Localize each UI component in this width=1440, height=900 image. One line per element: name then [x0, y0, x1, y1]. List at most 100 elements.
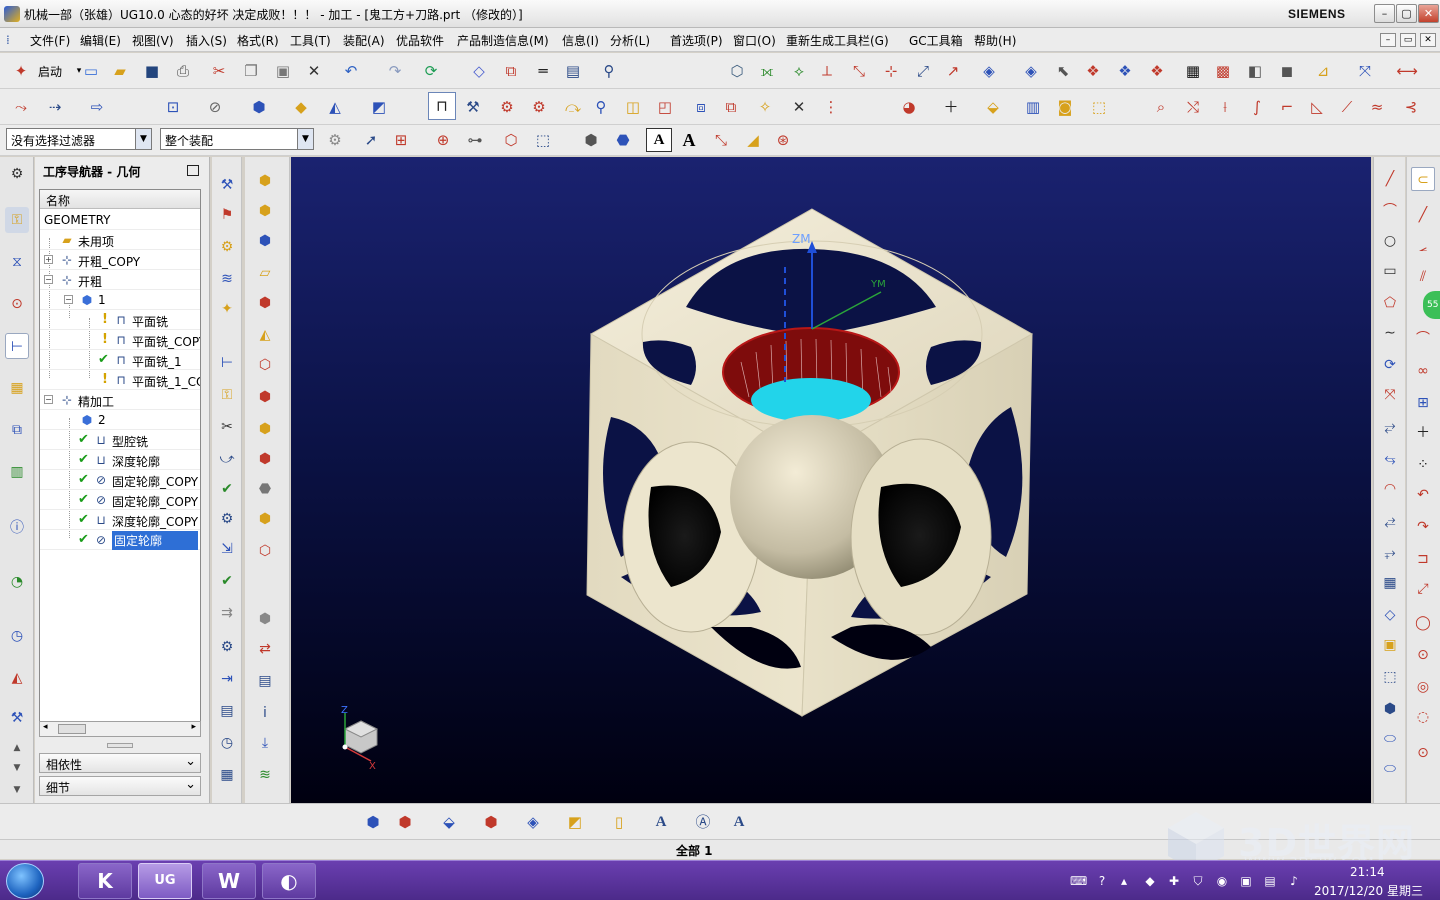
- tree-row-cavity-mill[interactable]: ✔ ⊔ 型腔铣: [40, 430, 200, 450]
- scroll-right-icon[interactable]: ▸: [191, 722, 196, 732]
- tray-app-icon-1[interactable]: ◆: [1142, 873, 1158, 889]
- wcs-rotate-icon[interactable]: ⟡: [786, 59, 812, 83]
- shield-icon[interactable]: ⛉: [1190, 873, 1206, 889]
- ipw-icon[interactable]: ⬚: [1086, 95, 1112, 119]
- time-icon[interactable]: ◷: [215, 731, 239, 755]
- save-icon[interactable]: ■: [139, 59, 165, 83]
- view-section-icon[interactable]: ◧: [1242, 59, 1268, 83]
- process-studio-icon[interactable]: ◷: [5, 623, 29, 649]
- settings-icon[interactable]: ⚙: [5, 161, 29, 187]
- sketch-line-icon[interactable]: ╱: [1411, 203, 1435, 227]
- info-icon[interactable]: ▤: [215, 699, 239, 723]
- tool-path-edit-icon[interactable]: ⚿: [215, 383, 239, 407]
- transform-icon[interactable]: ⇲: [215, 537, 239, 561]
- menu-format[interactable]: 格式(R): [237, 32, 279, 49]
- feature-icon-7[interactable]: ⬡: [253, 353, 277, 377]
- rectangle-icon[interactable]: ▭: [1378, 259, 1402, 283]
- type-filter-select[interactable]: 没有选择过滤器 ▼: [6, 128, 152, 150]
- render-style-icon[interactable]: ◆: [288, 95, 314, 119]
- help-icon[interactable]: ?: [1094, 873, 1110, 889]
- postprocess-icon[interactable]: ◫: [620, 95, 646, 119]
- create-program-icon[interactable]: ⤳: [8, 95, 34, 119]
- tray-expand-icon[interactable]: ▴: [1116, 873, 1132, 889]
- redo-icon[interactable]: ↷: [382, 59, 408, 83]
- select-tool-icon[interactable]: ➚: [358, 128, 384, 152]
- target-icon[interactable]: ⊛: [770, 128, 796, 152]
- method-group-icon[interactable]: ⚙: [215, 235, 239, 259]
- intersect-icon[interactable]: ⥃: [1378, 447, 1402, 471]
- feature-icon-2[interactable]: ⬢: [253, 199, 277, 223]
- volume-icon[interactable]: ♪: [1286, 873, 1302, 889]
- layer-settings-icon[interactable]: ▤: [560, 59, 586, 83]
- windows-start-button[interactable]: [6, 863, 44, 899]
- annotation-icon[interactable]: ◢: [740, 128, 766, 152]
- snap-point-icon[interactable]: ◈: [1018, 59, 1044, 83]
- menu-assembly[interactable]: 装配(A): [343, 32, 385, 49]
- menu-window[interactable]: 窗口(O): [733, 32, 776, 49]
- cut-region-icon[interactable]: ✂: [215, 415, 239, 439]
- assembly-navigator-icon[interactable]: ⚿: [5, 207, 29, 233]
- feature-icon-19[interactable]: ≋: [253, 763, 277, 787]
- wcs-origin-icon[interactable]: ⟗: [754, 59, 780, 83]
- tree-row-fixed-contour[interactable]: ✔ ⊘ 固定轮廓: [40, 530, 200, 550]
- sequence-icon[interactable]: ⇥: [215, 667, 239, 691]
- sketch-circle-tangent-icon[interactable]: ◎: [1411, 675, 1435, 699]
- vector-icon[interactable]: ↗: [940, 59, 966, 83]
- sketch-extend-icon[interactable]: ⤢: [1411, 577, 1435, 601]
- name-column-header[interactable]: 名称: [40, 190, 200, 209]
- approve-icon[interactable]: ✔: [215, 569, 239, 593]
- tree-row-unused[interactable]: ▰ 未用项: [40, 230, 200, 250]
- select-body-icon[interactable]: ❖: [1112, 59, 1138, 83]
- link-icon[interactable]: ⊂: [1411, 167, 1435, 191]
- measure-icon[interactable]: ◇: [466, 59, 492, 83]
- web-browser-icon[interactable]: ⓘ: [5, 515, 29, 541]
- sketch-cross-icon[interactable]: ＋: [1411, 421, 1435, 445]
- menu-pmi[interactable]: 产品制造信息(M): [457, 32, 549, 49]
- geometry-group-icon[interactable]: ✦: [215, 297, 239, 321]
- wcs-display-icon[interactable]: ⬡: [724, 59, 750, 83]
- scroll-up-icon[interactable]: ▲: [5, 741, 29, 755]
- layout-icon-6[interactable]: ◩: [562, 810, 588, 834]
- undo-icon[interactable]: ↶: [338, 59, 364, 83]
- tree-row-workpiece-1[interactable]: − ⬢ 1: [40, 290, 200, 310]
- feature-icon-13[interactable]: ⬡: [253, 539, 277, 563]
- wrap-icon[interactable]: ⥄: [1378, 509, 1402, 533]
- snap-end-icon[interactable]: ⊞: [388, 128, 414, 152]
- background-icon[interactable]: ◭: [322, 95, 348, 119]
- ruler-icon[interactable]: ⟷: [1394, 59, 1420, 83]
- menu-info[interactable]: 信息(I): [562, 32, 599, 49]
- offset-curve-icon[interactable]: ≈: [1364, 95, 1390, 119]
- maximize-button[interactable]: ▢: [1396, 4, 1417, 23]
- wcs-dynamics-icon[interactable]: ⤡: [846, 59, 872, 83]
- taskbar-app-nx[interactable]: UG: [138, 863, 192, 899]
- feature-icon-16[interactable]: ▤: [253, 669, 277, 693]
- feature-icon-4[interactable]: ▱: [253, 261, 277, 285]
- highlight-icon[interactable]: ✧: [752, 95, 778, 119]
- start-button-label[interactable]: 启动: [38, 63, 62, 80]
- menu-edit[interactable]: 编辑(E): [80, 32, 121, 49]
- paste-icon[interactable]: ▣: [270, 59, 296, 83]
- new-icon[interactable]: ▭: [78, 59, 104, 83]
- doc-restore-button[interactable]: ▭: [1400, 33, 1416, 47]
- arc-icon[interactable]: ⌒: [1378, 199, 1402, 223]
- menu-preferences[interactable]: 首选项(P): [670, 32, 723, 49]
- view-shaded-icon[interactable]: ⬣: [610, 128, 636, 152]
- orient-view-icon[interactable]: ⬢: [246, 95, 272, 119]
- program-order-view-icon[interactable]: ⊓: [428, 92, 456, 120]
- delete-icon[interactable]: ✕: [301, 59, 327, 83]
- feed-rate-icon[interactable]: ⊢: [215, 351, 239, 375]
- sketch-fillet-icon[interactable]: ↷: [1411, 515, 1435, 539]
- report-icon[interactable]: ▦: [215, 763, 239, 787]
- select-face-icon[interactable]: ❖: [1144, 59, 1170, 83]
- tree-row-planar-mill-1-copy[interactable]: ! ⊓ 平面铣_1_COPY: [40, 370, 200, 390]
- dimension-icon[interactable]: ⤧: [1352, 59, 1378, 83]
- layer-visible-icon[interactable]: ⚲: [596, 59, 622, 83]
- move-object-icon[interactable]: ⧉: [498, 59, 524, 83]
- extract-icon[interactable]: ⥅: [1378, 541, 1402, 565]
- tree-row-planar-mill-1[interactable]: ✔ ⊓ 平面铣_1: [40, 350, 200, 370]
- parallel-icon[interactable]: ⇉: [215, 601, 239, 625]
- tree-row-workpiece-2[interactable]: ⬢ 2: [40, 410, 200, 430]
- taskbar-app-browser[interactable]: ◐: [262, 863, 316, 899]
- simulate-icon[interactable]: ⚲: [588, 95, 614, 119]
- minimize-button[interactable]: –: [1374, 4, 1395, 23]
